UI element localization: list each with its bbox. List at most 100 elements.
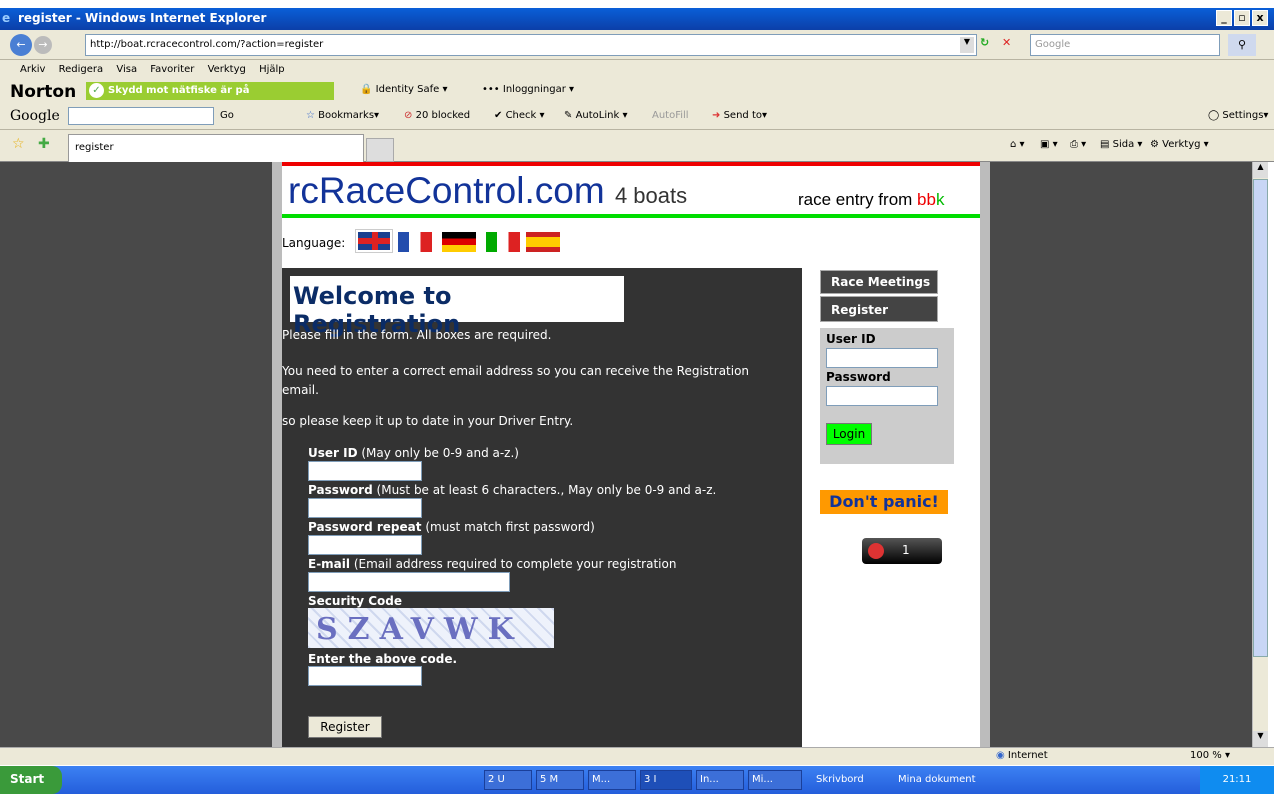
tools-menu[interactable]: ⚙ Verktyg ▾	[1150, 139, 1209, 150]
taskbar: Start 2 U 5 M M... 3 I In... Mi... Skriv…	[0, 766, 1274, 794]
task-item[interactable]: Mi...	[748, 770, 802, 790]
close-button[interactable]: x	[1252, 10, 1268, 26]
url-dropdown-icon[interactable]: ▼	[960, 37, 974, 53]
site-logo: rcRaceControl.com 4 boats	[288, 170, 688, 211]
url-text: http://boat.rcracecontrol.com/?action=re…	[90, 39, 324, 50]
login-userid-field[interactable]	[826, 348, 938, 368]
email-note: You need to enter a correct email addres…	[282, 364, 750, 397]
menu-bar: Arkiv Redigera Visa Favoriter Verktyg Hj…	[0, 60, 1274, 80]
settings-button[interactable]: ◯ Settings▾	[1208, 110, 1268, 121]
counter-icon	[868, 543, 884, 559]
task-item[interactable]: 2 U	[484, 770, 532, 790]
bookmarks-button[interactable]: ☆ Bookmarks▾	[306, 110, 379, 121]
start-button[interactable]: Start	[0, 766, 62, 794]
url-field[interactable]: http://boat.rcracecontrol.com/?action=re…	[85, 34, 977, 56]
task-item[interactable]: 3 I	[640, 770, 692, 790]
flag-italy-icon[interactable]	[486, 232, 520, 252]
side-register-button[interactable]: Register	[820, 296, 938, 322]
new-tab-button[interactable]	[366, 138, 394, 162]
email-label: E-mail (Email address required to comple…	[308, 557, 677, 571]
autofill-button[interactable]: AutoFill	[652, 110, 689, 121]
internet-zone: ◉ Internet	[996, 750, 1048, 761]
login-button[interactable]: Login	[826, 423, 872, 445]
favorites-star-icon[interactable]: ☆	[12, 136, 25, 152]
stop-icon[interactable]: ✕	[1002, 36, 1020, 54]
back-icon[interactable]: ←	[10, 34, 32, 56]
menu-redigera[interactable]: Redigera	[59, 64, 104, 75]
race-entry-text: race entry from bbk	[798, 190, 945, 209]
password-repeat-field[interactable]	[308, 535, 422, 555]
forward-icon[interactable]: →	[34, 36, 52, 54]
vertical-scrollbar[interactable]: ▲ ▼	[1252, 162, 1268, 747]
top-red-stripe	[282, 162, 980, 166]
send-icon: ➜	[712, 110, 721, 121]
spellcheck-button[interactable]: ✔ Check ▾	[494, 110, 545, 121]
wand-icon: ✎	[564, 110, 573, 121]
page-menu[interactable]: ▤ Sida ▾	[1100, 139, 1142, 150]
zoom-level[interactable]: 100 % ▾	[1190, 750, 1230, 761]
phishing-status[interactable]: ✓ Skydd mot nätfiske är på	[86, 82, 334, 100]
star-icon: ☆	[306, 110, 315, 121]
blocked-icon: ⊘	[404, 110, 413, 121]
login-userid-label: User ID	[826, 332, 876, 346]
abc-check-icon: ✔	[494, 110, 503, 121]
scroll-up-icon[interactable]: ▲	[1253, 162, 1268, 178]
autolink-button[interactable]: ✎ AutoLink ▾	[564, 110, 627, 121]
add-favorites-icon[interactable]: ✚	[38, 136, 50, 152]
registration-panel: Welcome to Registration Please fill in t…	[282, 268, 802, 747]
my-documents[interactable]: Mina dokument	[898, 774, 976, 785]
flag-france-icon[interactable]	[398, 232, 432, 252]
title-bar: e register - Windows Internet Explorer _…	[0, 8, 1274, 30]
menu-hjalp[interactable]: Hjälp	[259, 64, 285, 75]
menu-verktyg[interactable]: Verktyg	[208, 64, 246, 75]
page-content: rcRaceControl.com 4 boats race entry fro…	[0, 162, 1252, 747]
task-item[interactable]: 5 M	[536, 770, 584, 790]
flag-uk-icon[interactable]	[355, 229, 393, 253]
task-item[interactable]: M...	[588, 770, 636, 790]
search-input[interactable]: Google	[1030, 34, 1220, 56]
popup-blocked-button[interactable]: ⊘ 20 blocked	[404, 110, 470, 121]
search-icon[interactable]: ⚲	[1228, 34, 1256, 56]
sendto-button[interactable]: ➜ Send to▾	[712, 110, 767, 121]
update-note: so please keep it up to date in your Dri…	[282, 414, 574, 428]
google-logo: Google	[10, 108, 60, 124]
race-meetings-button[interactable]: Race Meetings	[820, 270, 938, 294]
task-item[interactable]: In...	[696, 770, 744, 790]
settings-icon: ◯	[1208, 110, 1220, 121]
register-button[interactable]: Register	[308, 716, 382, 738]
refresh-icon[interactable]: ↻	[980, 36, 998, 54]
password-repeat-label: Password repeat (must match first passwo…	[308, 520, 595, 534]
tab-register[interactable]: register	[68, 134, 364, 162]
visitor-counter: 1	[862, 538, 942, 564]
page-body: rcRaceControl.com 4 boats race entry fro…	[282, 162, 980, 747]
security-code-label: Security Code	[308, 594, 402, 608]
flag-spain-icon[interactable]	[526, 232, 560, 252]
maximize-button[interactable]: ▫	[1234, 10, 1250, 26]
print-icon[interactable]: ⎙ ▾	[1070, 139, 1086, 150]
scroll-thumb[interactable]	[1253, 179, 1268, 657]
desktop-toolbar[interactable]: Skrivbord	[816, 774, 864, 785]
captcha-field[interactable]	[308, 666, 422, 686]
login-password-field[interactable]	[826, 386, 938, 406]
flag-germany-icon[interactable]	[442, 232, 476, 252]
menu-favoriter[interactable]: Favoriter	[150, 64, 194, 75]
go-button[interactable]: Go	[220, 110, 234, 121]
identity-safe-button[interactable]: 🔒 Identity Safe ▾	[360, 84, 448, 95]
scroll-down-icon[interactable]: ▼	[1253, 731, 1268, 747]
logins-button[interactable]: ••• Inloggningar ▾	[482, 84, 574, 95]
home-icon[interactable]: ⌂ ▾	[1010, 139, 1025, 150]
login-password-label: Password	[826, 370, 891, 384]
menu-arkiv[interactable]: Arkiv	[20, 64, 45, 75]
email-field[interactable]	[308, 572, 510, 592]
menu-visa[interactable]: Visa	[116, 64, 137, 75]
feeds-icon[interactable]: ▣ ▾	[1040, 139, 1058, 150]
userid-label: User ID (May only be 0-9 and a-z.)	[308, 446, 519, 460]
captcha-image: SZAVWK	[308, 608, 554, 648]
google-search-input[interactable]	[68, 107, 214, 125]
address-bar: ← → http://boat.rcracecontrol.com/?actio…	[0, 30, 1274, 60]
globe-icon: ◉	[996, 750, 1005, 761]
password-field[interactable]	[308, 498, 422, 518]
minimize-button[interactable]: _	[1216, 10, 1232, 26]
clock: 21:11	[1200, 766, 1274, 794]
userid-field[interactable]	[308, 461, 422, 481]
